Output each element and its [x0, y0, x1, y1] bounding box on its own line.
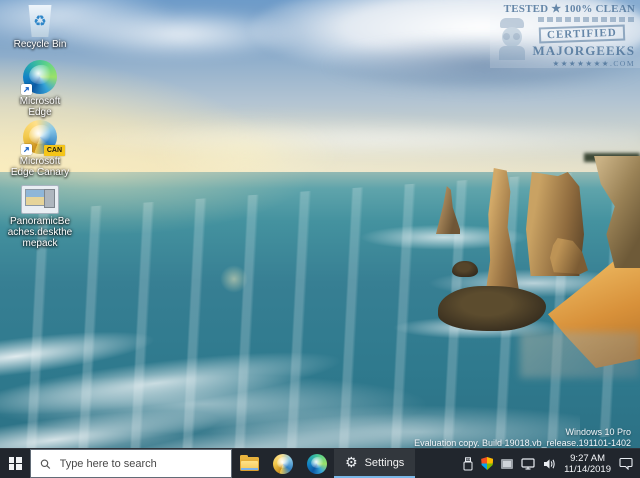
theme-pack-icon — [21, 185, 59, 214]
wallpaper-rock — [452, 261, 478, 277]
desktop-icon-label: PanoramicBe aches.deskthe mepack — [7, 216, 73, 249]
windows-desktop-screen: TESTED ★ 100% CLEAN CERTIFIED MAJORGEEKS… — [0, 0, 640, 478]
edge-canary-icon — [273, 453, 293, 474]
wallpaper-lens-flare — [220, 265, 248, 293]
majorgeeks-mascot — [497, 18, 527, 62]
taskbar-edge-button[interactable] — [300, 449, 334, 478]
taskbar-clock[interactable]: 9:27 AM 11/14/2019 — [564, 453, 611, 475]
windows-build-watermark: Windows 10 Pro Evaluation copy. Build 19… — [414, 427, 631, 448]
watermark-tested-text: TESTED ★ 100% CLEAN — [503, 3, 635, 15]
desktop-icon-theme-pack-file[interactable]: PanoramicBe aches.deskthe mepack — [2, 185, 78, 249]
network-ethernet-icon[interactable] — [521, 457, 535, 470]
desktop-wallpaper[interactable]: TESTED ★ 100% CLEAN CERTIFIED MAJORGEEKS… — [0, 0, 640, 448]
watermark-certified-stamp: CERTIFIED — [538, 24, 626, 44]
canary-channel-badge: CAN — [43, 145, 65, 156]
volume-icon[interactable] — [543, 458, 556, 470]
desktop-icon-label: Recycle Bin — [13, 39, 67, 50]
desktop-icon-label: Microsoft Edge Canary — [10, 156, 70, 178]
search-icon — [40, 459, 51, 469]
settings-button-label: Settings — [364, 456, 405, 469]
windows-security-shield-icon[interactable] — [481, 457, 494, 470]
taskbar-search-box[interactable] — [30, 449, 232, 478]
recycle-bin-icon: ♻ — [28, 5, 52, 37]
wallpaper-wet-sand — [520, 332, 640, 378]
shortcut-arrow-icon — [21, 144, 32, 155]
desktop-icon-label: Microsoft Edge — [19, 96, 61, 118]
search-input[interactable] — [57, 456, 222, 471]
wallpaper-rock-island — [438, 286, 546, 331]
taskbar-edge-canary-button[interactable] — [266, 449, 300, 478]
desktop-icon-microsoft-edge-canary[interactable]: CAN Microsoft Edge Canary — [2, 120, 78, 178]
tray-app-icon[interactable] — [501, 458, 514, 469]
windows-edition-text: Windows 10 Pro — [565, 427, 631, 437]
shortcut-arrow-icon — [21, 84, 32, 95]
taskbar: ⚙ Settings 9:27 AM — [0, 448, 640, 478]
stamp-texture — [538, 17, 635, 22]
desktop-icon-recycle-bin[interactable]: ♻ Recycle Bin — [2, 5, 78, 50]
clock-date: 11/14/2019 — [564, 463, 611, 475]
system-tray: 9:27 AM 11/14/2019 — [456, 449, 640, 478]
theme-thumbnail — [25, 189, 46, 206]
action-center-icon[interactable] — [619, 457, 633, 470]
desktop-icon-microsoft-edge[interactable]: Microsoft Edge — [2, 60, 78, 118]
windows-logo-icon — [8, 457, 22, 470]
recycle-symbol-icon: ♻ — [33, 11, 47, 30]
clock-time: 9:27 AM — [570, 452, 605, 464]
edge-icon — [307, 453, 327, 474]
file-explorer-icon — [239, 454, 259, 471]
start-button[interactable] — [0, 449, 30, 478]
windows-build-text: Evaluation copy. Build 19018.vb_release.… — [414, 437, 631, 448]
usb-device-icon[interactable] — [463, 456, 473, 471]
taskbar-file-explorer-button[interactable] — [232, 449, 266, 478]
majorgeeks-watermark: TESTED ★ 100% CLEAN CERTIFIED MAJORGEEKS… — [490, 0, 640, 68]
theme-monitor-glyph — [44, 189, 55, 208]
gear-icon: ⚙ — [345, 454, 358, 471]
taskbar-settings-button[interactable]: ⚙ Settings — [334, 449, 416, 478]
